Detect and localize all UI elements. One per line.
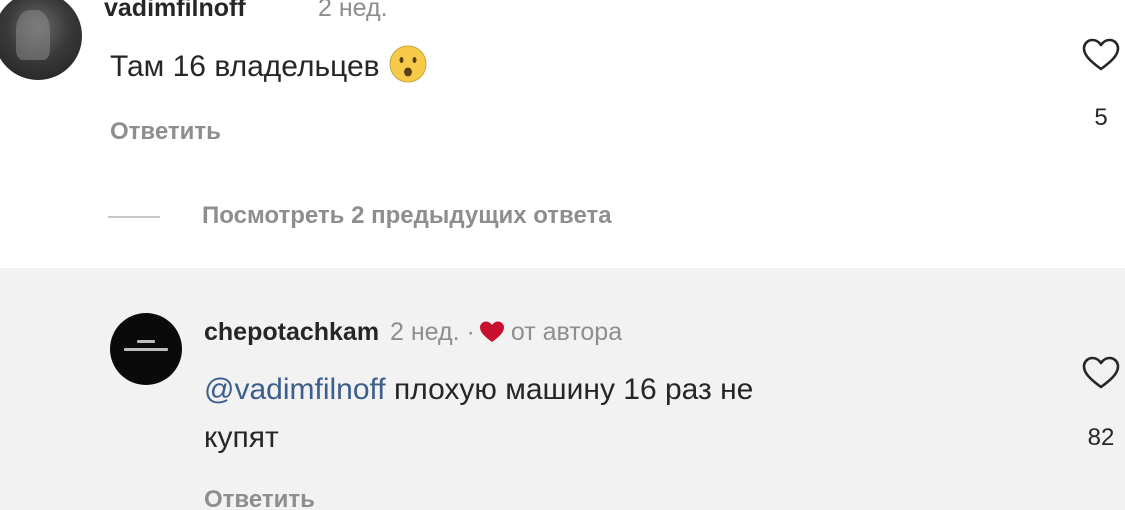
- replies-divider: [108, 216, 160, 218]
- reply-button[interactable]: Ответить: [204, 486, 315, 510]
- comment-body-line2: купят: [204, 416, 279, 460]
- comment-username[interactable]: chepotachkam: [204, 318, 379, 346]
- comment-text: Там 16 владельцев: [110, 50, 380, 83]
- comment-text: купят: [204, 421, 279, 454]
- reply-header: chepotachkam 2 нед. · от автора: [204, 318, 622, 347]
- avatar[interactable]: [0, 0, 82, 80]
- mention-link[interactable]: @vadimfilnoff: [204, 373, 386, 406]
- author-like-label: от автора: [510, 318, 623, 346]
- view-previous-replies-button[interactable]: Посмотреть 2 предыдущих ответа: [202, 202, 612, 230]
- hushed-face-emoji-icon: [389, 45, 427, 83]
- meta-separator: ·: [466, 318, 475, 346]
- heart-filled-icon: [479, 321, 504, 342]
- heart-outline-icon[interactable]: [1082, 356, 1120, 390]
- comment-text: плохую машину 16 раз не: [385, 373, 754, 406]
- comment-body: Там 16 владельцев: [110, 44, 428, 89]
- like-count: 5: [1094, 104, 1108, 131]
- avatar-logo-mark: [137, 340, 155, 343]
- avatar[interactable]: [110, 313, 182, 385]
- comment-username[interactable]: vadimfilnoff: [104, 0, 246, 23]
- avatar-photo: [16, 10, 50, 60]
- avatar-logo-mark: [124, 348, 168, 351]
- heart-outline-icon[interactable]: [1082, 38, 1120, 72]
- like-count: 82: [1087, 424, 1115, 451]
- comment-time: 2 нед.: [318, 0, 388, 22]
- reply-button[interactable]: Ответить: [110, 118, 221, 146]
- comment-time: 2 нед.: [390, 318, 460, 346]
- comment-body: @vadimfilnoff плохую машину 16 раз не: [204, 368, 753, 412]
- comments-screen: vadimfilnoff 2 нед. Там 16 владельцев От…: [0, 0, 1125, 510]
